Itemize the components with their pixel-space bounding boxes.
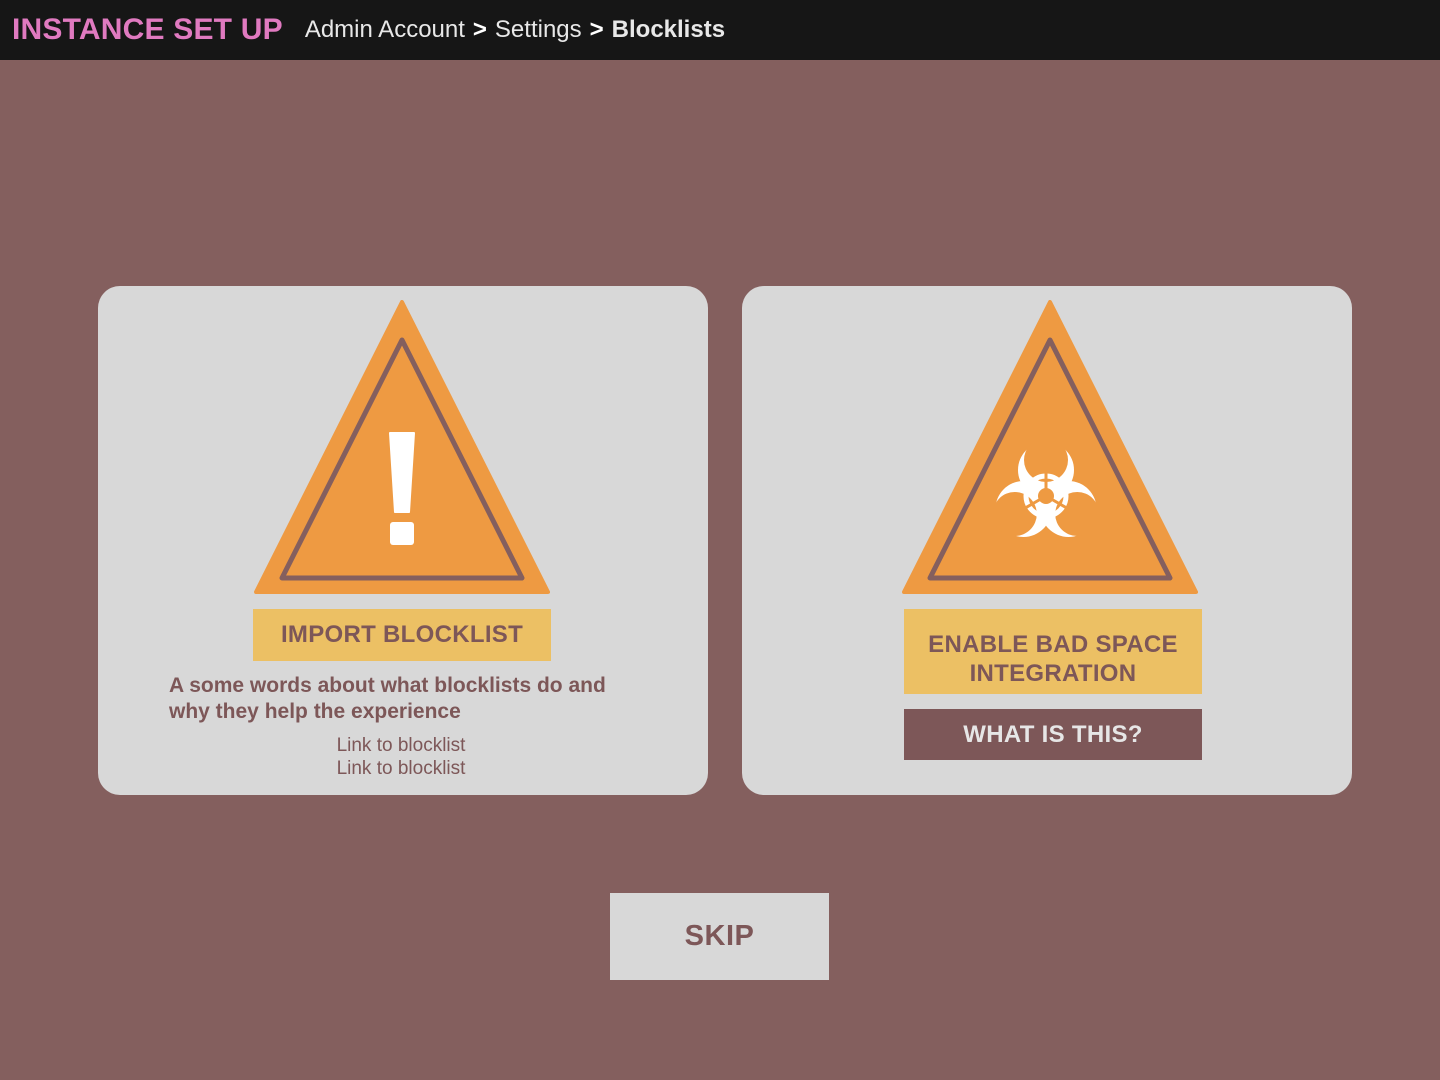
enable-bad-space-label-line1: ENABLE BAD SPACE: [928, 630, 1178, 658]
import-blocklist-button[interactable]: IMPORT BLOCKLIST: [253, 609, 551, 661]
blocklist-link[interactable]: Link to blocklist: [98, 734, 704, 757]
breadcrumb-admin-account[interactable]: Admin Account: [305, 16, 465, 44]
enable-bad-space-button[interactable]: ENABLE BAD SPACE INTEGRATION: [904, 609, 1202, 694]
breadcrumb: Admin Account > Settings > Blocklists: [305, 16, 725, 44]
app-title: INSTANCE SET UP: [12, 13, 283, 46]
blocklist-links: Link to blocklist Link to blocklist: [98, 734, 704, 780]
what-is-this-button[interactable]: WHAT IS THIS?: [904, 709, 1202, 760]
breadcrumb-separator: >: [472, 16, 487, 43]
breadcrumb-settings[interactable]: Settings: [495, 16, 582, 44]
breadcrumb-separator: >: [589, 16, 604, 43]
skip-button[interactable]: SKIP: [610, 893, 829, 980]
top-bar: INSTANCE SET UP Admin Account > Settings…: [0, 0, 1440, 60]
biohazard-warning-icon: [902, 300, 1198, 594]
blocklist-description: A some words about what blocklists do an…: [169, 674, 606, 723]
breadcrumb-blocklists: Blocklists: [611, 16, 726, 43]
bad-space-card: ENABLE BAD SPACE INTEGRATION WHAT IS THI…: [742, 286, 1352, 795]
import-blocklist-card: IMPORT BLOCKLIST A some words about what…: [98, 286, 708, 795]
enable-bad-space-label-line2: INTEGRATION: [969, 659, 1137, 687]
warning-exclamation-icon: [254, 300, 550, 594]
blocklist-link[interactable]: Link to blocklist: [98, 757, 704, 780]
